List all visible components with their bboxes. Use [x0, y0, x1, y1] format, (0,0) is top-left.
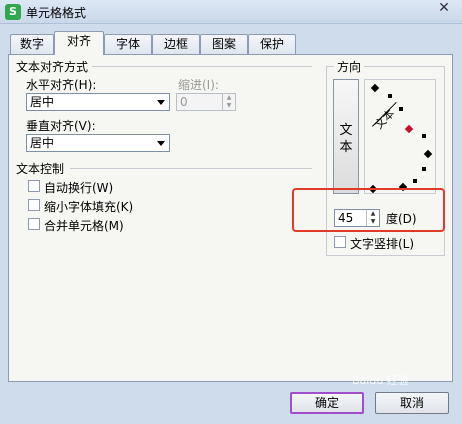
dial-mark	[413, 179, 417, 183]
wrap-text-checkbox[interactable]	[28, 180, 40, 192]
dial-mark	[388, 94, 392, 98]
horizontal-align-label: 水平对齐(H):	[26, 78, 97, 92]
spin-down-icon[interactable]: ▼	[366, 218, 379, 226]
vertical-stack-label: 文字竖排(L)	[350, 237, 415, 251]
chevron-down-icon	[157, 141, 165, 146]
tab-number[interactable]: 数字	[10, 34, 54, 54]
degree-value: 45	[338, 211, 354, 225]
spin-up-icon[interactable]: ▲	[366, 210, 379, 218]
text-control-divider	[70, 168, 312, 169]
tab-font[interactable]: 字体	[104, 34, 152, 54]
alignment-divider	[92, 66, 312, 67]
merge-cells-label: 合并单元格(M)	[44, 219, 124, 233]
ok-button[interactable]: 确定	[290, 392, 364, 414]
vertical-align-select[interactable]: 居中	[26, 134, 170, 152]
dial-mark	[422, 134, 426, 138]
shrink-to-fit-checkbox[interactable]	[28, 199, 40, 211]
indent-stepper[interactable]: 0 ▲ ▼	[176, 93, 236, 111]
close-icon[interactable]: ✕	[432, 0, 456, 18]
window-title: 单元格格式	[26, 6, 87, 20]
cancel-button[interactable]: 取消	[375, 392, 449, 414]
vertical-align-label: 垂直对齐(V):	[26, 119, 96, 133]
indent-value: 0	[180, 95, 188, 109]
text-control-section-title: 文本控制	[16, 162, 65, 176]
wrap-text-label: 自动换行(W)	[44, 181, 114, 195]
indent-label: 缩进(I):	[178, 78, 219, 92]
degree-label: 度(D)	[386, 212, 417, 226]
horizontal-align-value: 居中	[30, 95, 55, 109]
merge-cells-checkbox[interactable]	[28, 218, 40, 230]
vertical-text-button-label: 文本	[339, 123, 353, 155]
dial-mark	[399, 107, 403, 111]
vertical-text-button[interactable]: 文本	[333, 79, 359, 194]
shrink-to-fit-label: 缩小字体填充(K)	[44, 200, 134, 214]
tab-protection[interactable]: 保护	[248, 34, 296, 54]
vertical-align-value: 居中	[30, 136, 55, 150]
degree-stepper[interactable]: 45 ▲ ▼	[334, 209, 380, 227]
orientation-section-title: 方向	[334, 58, 365, 75]
dial-mark	[422, 167, 426, 171]
wps-app-icon: S	[5, 4, 21, 20]
tab-border[interactable]: 边框	[152, 34, 200, 54]
vertical-stack-checkbox[interactable]	[334, 236, 346, 248]
horizontal-align-select[interactable]: 居中	[26, 93, 170, 111]
spin-down-icon[interactable]: ▼	[222, 102, 235, 110]
spin-up-icon[interactable]: ▲	[222, 94, 235, 102]
baidu-watermark: Baidu 经验	[352, 374, 409, 387]
chevron-down-icon	[157, 100, 165, 105]
tab-pattern[interactable]: 图案	[200, 34, 248, 54]
alignment-section-title: 文本对齐方式	[16, 60, 89, 74]
tab-alignment[interactable]: 对齐	[54, 31, 104, 55]
